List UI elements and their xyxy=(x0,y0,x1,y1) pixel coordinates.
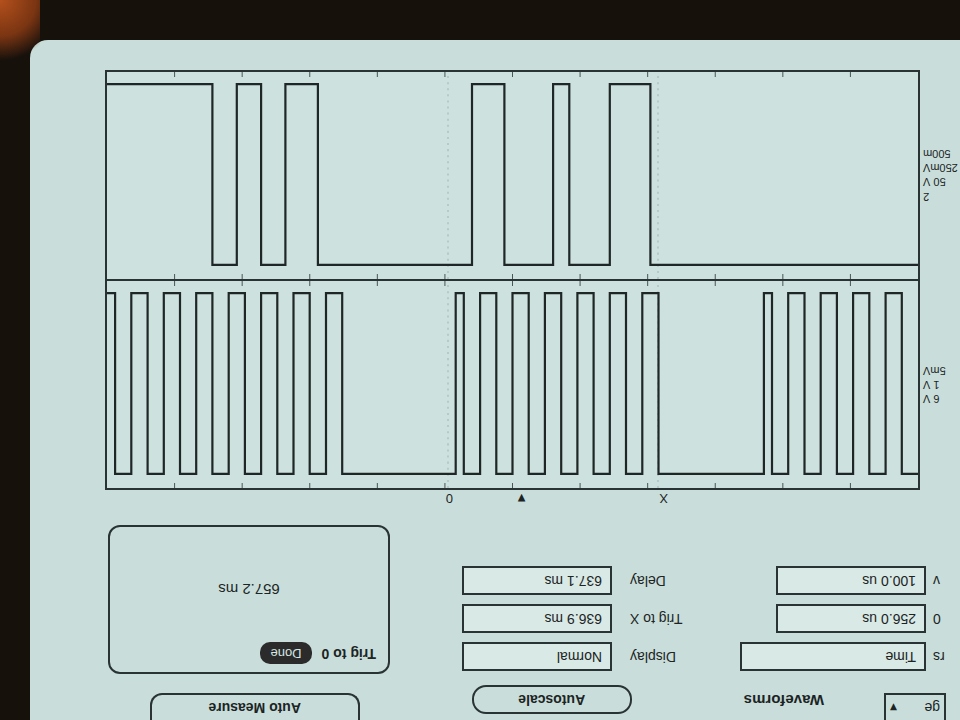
waveform-chart xyxy=(107,281,918,488)
tool-bar: ge ▾ Waveforms Autoscale Auto Measure xyxy=(30,680,960,720)
setting-field[interactable]: 637.1 ms xyxy=(462,567,612,596)
dropdown-arrow-icon: ▾ xyxy=(890,697,897,718)
signal-trace xyxy=(107,293,918,474)
channel-scale-column: 6 V1 V5mV250 V250mV500m xyxy=(920,70,960,490)
scale-label: 6 V xyxy=(923,392,960,406)
setting-field[interactable]: 256.0 us xyxy=(776,605,926,634)
measurement-value-area: 657.2 ms xyxy=(122,535,376,643)
setting-field[interactable]: Normal xyxy=(462,643,612,672)
setting-label: Delay xyxy=(616,571,776,592)
scale-label: 2 xyxy=(923,189,960,203)
range-dropdown[interactable]: ge ▾ xyxy=(884,693,946,720)
setting-row: v100.0 usDelay637.1 ms xyxy=(420,564,960,598)
scale-label: 250mV xyxy=(923,161,960,175)
ruler-marker[interactable]: 0 xyxy=(446,492,453,505)
background-corner xyxy=(0,0,40,70)
setting-row: 0256.0 usTrig to X636.9 ms xyxy=(420,602,960,636)
row-label: v xyxy=(930,571,960,592)
scale-label: 5mV xyxy=(923,364,960,378)
row-label: 0 xyxy=(930,609,960,630)
waveform-panel xyxy=(105,70,920,490)
setting-label: Display xyxy=(616,647,740,668)
scale-label: 500m xyxy=(923,146,960,160)
status-badge: Done xyxy=(260,643,311,665)
channel-trace xyxy=(107,281,918,488)
ruler-marker[interactable]: X xyxy=(659,492,668,505)
setting-field[interactable]: Time xyxy=(740,643,926,672)
ruler-marker[interactable]: ▼ xyxy=(515,492,528,505)
autoscale-button[interactable]: Autoscale xyxy=(472,686,632,715)
waveform-chart xyxy=(107,72,918,279)
setting-field[interactable]: 636.9 ms xyxy=(462,605,612,634)
row-label: rs xyxy=(930,647,960,668)
setting-rows: rsTimeDisplayNormal 0256.0 usTrig to X636… xyxy=(420,525,960,674)
control-area: rsTimeDisplayNormal 0256.0 usTrig to X636… xyxy=(30,525,960,680)
setting-row: rsTimeDisplayNormal xyxy=(420,640,960,674)
measurement-header: Trig to 0 Done xyxy=(122,643,376,665)
channel-trace xyxy=(107,72,918,281)
channel-scale: 6 V1 V5mV xyxy=(920,280,960,490)
setting-field[interactable]: 100.0 us xyxy=(776,567,926,596)
scope-screen: ge▾WaveformsAutoscaleAuto MeasurersTimeD… xyxy=(30,40,960,720)
setting-label: Trig to X xyxy=(616,609,776,630)
signal-trace xyxy=(107,84,918,265)
dropdown-label: ge xyxy=(924,697,940,718)
channel-scale: 250 V250mV500m xyxy=(920,70,960,280)
scope-photo: ge▾WaveformsAutoscaleAuto MeasurersTimeD… xyxy=(0,0,960,720)
measurement-title: Trig to 0 xyxy=(322,643,376,664)
waveforms-title: Waveforms xyxy=(744,689,824,712)
scale-label: 1 V xyxy=(923,378,960,392)
waveform-area: 6 V1 V5mV250 V250mV500m xyxy=(30,70,960,490)
measurement-box: Trig to 0 Done 657.2 ms xyxy=(108,525,390,674)
auto-measure-button[interactable]: Auto Measure xyxy=(150,693,360,720)
time-ruler: X ▼ 0 xyxy=(30,490,960,525)
measurement-value: 657.2 ms xyxy=(218,578,280,601)
scale-label: 50 V xyxy=(923,175,960,189)
